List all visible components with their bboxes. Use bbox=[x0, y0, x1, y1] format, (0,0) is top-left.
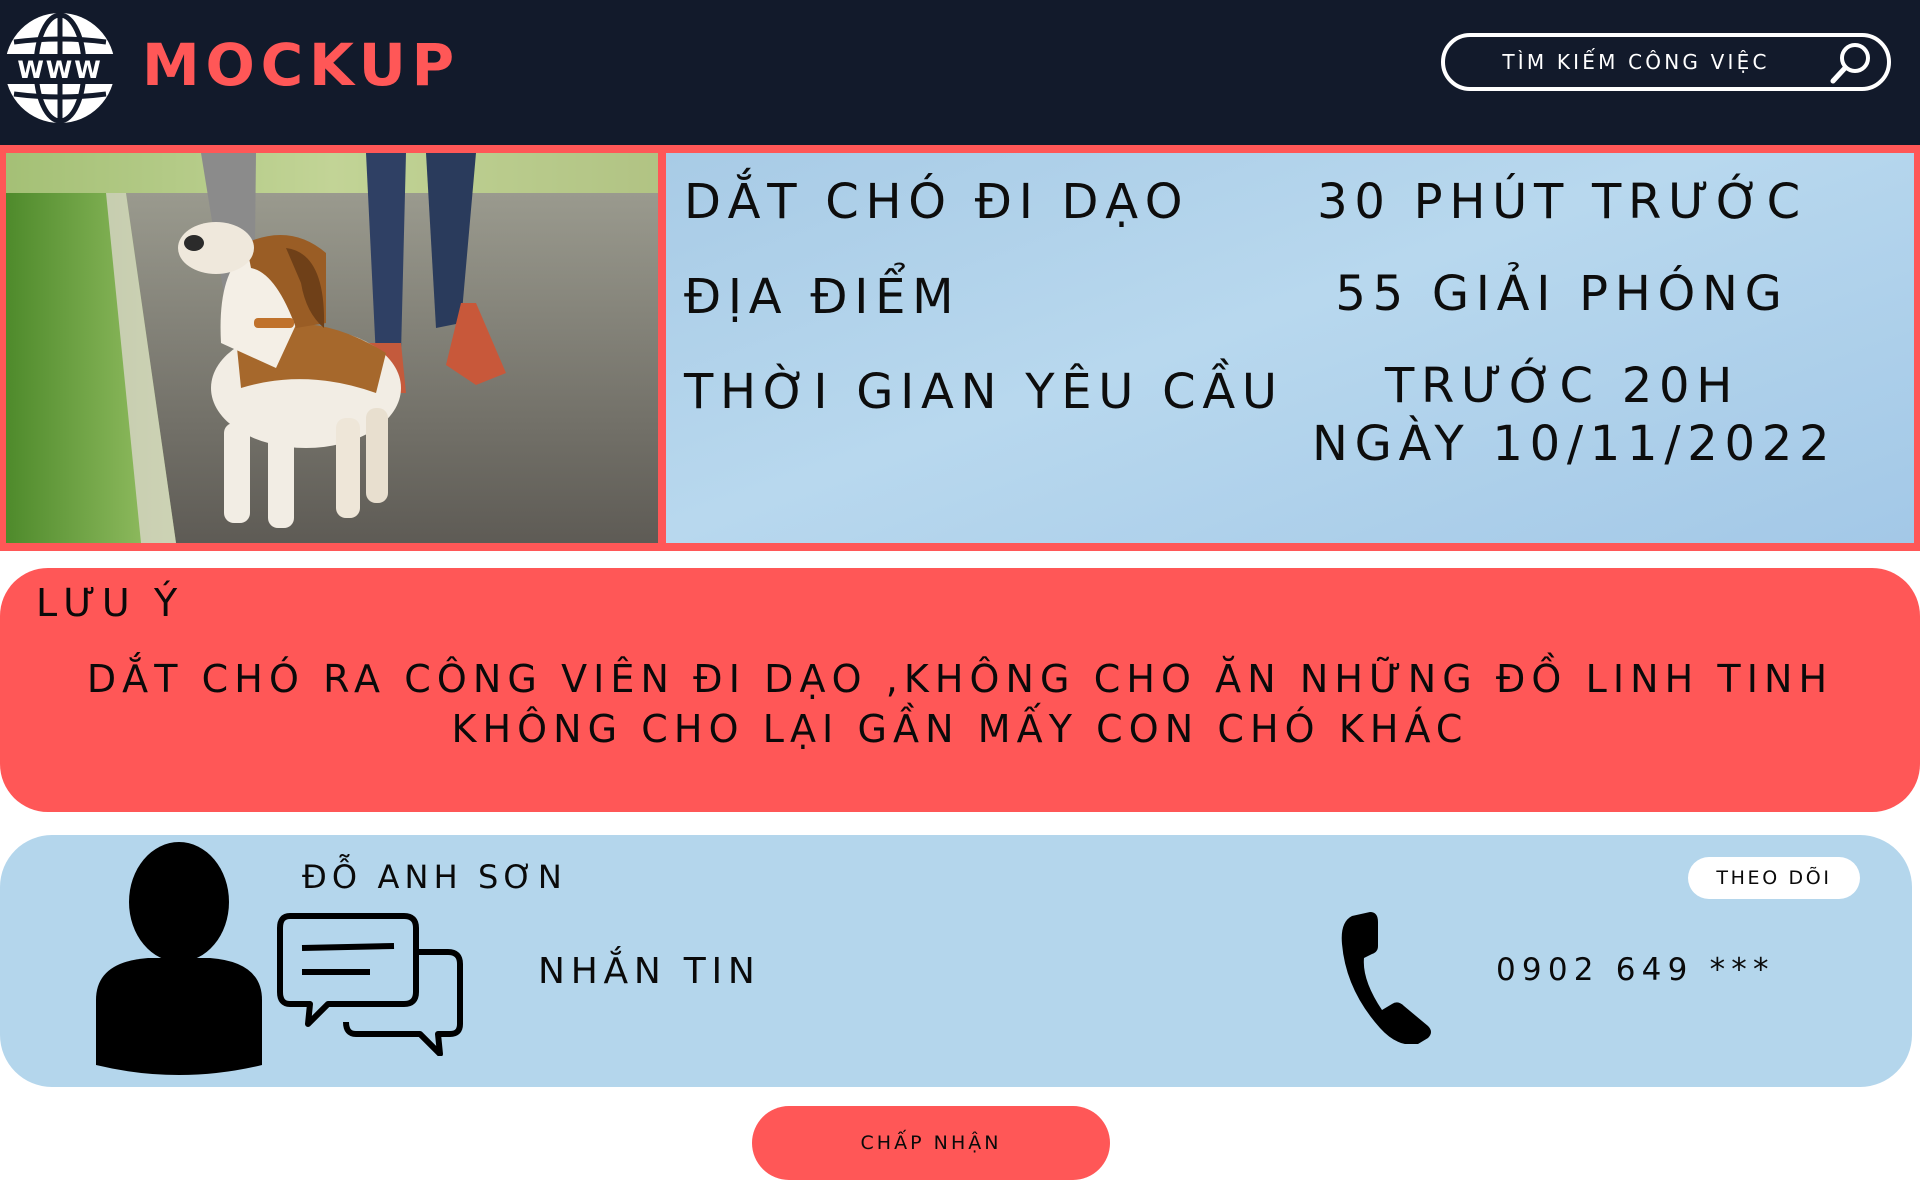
job-info-panel: DẮT CHÓ ĐI DẠO 30 PHÚT TRƯỚC ĐỊA ĐIỂM 55… bbox=[666, 153, 1914, 543]
globe-www-icon: WWW bbox=[0, 12, 120, 124]
search-box[interactable]: TÌM KIẾM CÔNG VIỆC bbox=[1441, 33, 1891, 91]
note-panel: LƯU Ý DẮT CHÓ RA CÔNG VIÊN ĐI DẠO ,KHÔNG… bbox=[0, 568, 1920, 812]
time-value-line2: NGÀY 10/11/2022 bbox=[1312, 416, 1837, 472]
user-avatar-icon bbox=[96, 842, 262, 1075]
message-link[interactable]: NHẮN TIN bbox=[538, 950, 761, 994]
poster-name[interactable]: ĐỖ ANH SƠN bbox=[302, 857, 567, 897]
follow-button[interactable]: THEO DÕI bbox=[1688, 857, 1860, 899]
phone-number[interactable]: 0902 649 *** bbox=[1496, 950, 1775, 990]
brand-logo-text[interactable]: MOCKUP bbox=[142, 30, 460, 100]
top-header: WWW MOCKUP TÌM KIẾM CÔNG VIỆC bbox=[0, 0, 1920, 145]
posted-time: 30 PHÚT TRƯỚC bbox=[1317, 174, 1807, 230]
dog-walking-photo bbox=[6, 153, 658, 543]
note-line-2: KHÔNG CHO LẠI GẦN MẤY CON CHÓ KHÁC bbox=[451, 707, 1469, 751]
location-label: ĐỊA ĐIỂM bbox=[684, 269, 961, 325]
time-label: THỜI GIAN YÊU CẦU bbox=[684, 364, 1284, 420]
search-input[interactable]: TÌM KIẾM CÔNG VIỆC bbox=[1445, 37, 1827, 87]
phone-icon[interactable] bbox=[1338, 910, 1442, 1044]
search-icon[interactable] bbox=[1829, 41, 1873, 85]
location-value: 55 GIẢI PHÓNG bbox=[1335, 266, 1789, 322]
globe-label: WWW bbox=[17, 56, 102, 84]
chat-bubbles-icon[interactable] bbox=[276, 912, 468, 1056]
time-value-line1: TRƯỚC 20H bbox=[1384, 358, 1740, 414]
job-section: DẮT CHÓ ĐI DẠO 30 PHÚT TRƯỚC ĐỊA ĐIỂM 55… bbox=[0, 145, 1920, 551]
accept-button[interactable]: CHẤP NHẬN bbox=[752, 1106, 1110, 1180]
note-title: LƯU Ý bbox=[36, 581, 184, 625]
job-title: DẮT CHÓ ĐI DẠO bbox=[684, 174, 1190, 230]
note-line-1: DẮT CHÓ RA CÔNG VIÊN ĐI DẠO ,KHÔNG CHO Ă… bbox=[86, 657, 1834, 701]
poster-contact-card: ĐỖ ANH SƠN NHẮN TIN 0902 649 *** THEO DÕ… bbox=[0, 835, 1912, 1087]
